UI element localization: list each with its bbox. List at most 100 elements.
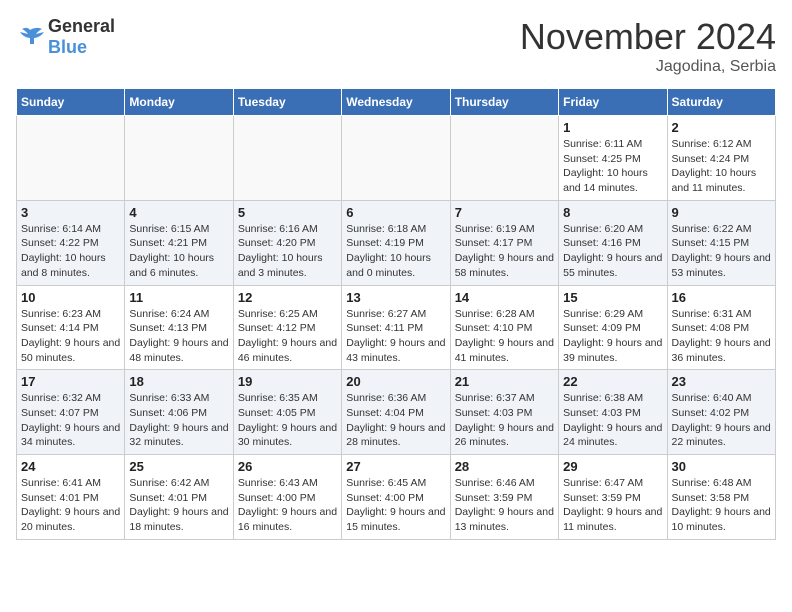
day-info: Sunrise: 6:38 AMSunset: 4:03 PMDaylight:…	[563, 391, 662, 450]
day-number: 19	[238, 374, 337, 389]
calendar-cell: 3Sunrise: 6:14 AMSunset: 4:22 PMDaylight…	[17, 200, 125, 285]
calendar-cell: 21 Sunrise: 6:37 AMSunset: 4:03 PMDayligh…	[450, 370, 558, 455]
calendar-cell: 2Sunrise: 6:12 AMSunset: 4:24 PMDaylight…	[667, 116, 775, 201]
day-info: Sunrise: 6:32 AMSunset: 4:07 PMDaylight:…	[21, 391, 120, 450]
day-number: 26	[238, 459, 337, 474]
calendar-cell	[125, 116, 233, 201]
location: Jagodina, Serbia	[520, 58, 776, 76]
calendar-cell: 12 Sunrise: 6:25 AMSunset: 4:12 PMDayligh…	[233, 285, 341, 370]
calendar-cell	[450, 116, 558, 201]
calendar-cell: 30 Sunrise: 6:48 AMSunset: 3:58 PMDayligh…	[667, 455, 775, 540]
calendar-cell	[342, 116, 450, 201]
day-number: 9	[672, 205, 771, 220]
day-info: Sunrise: 6:40 AMSunset: 4:02 PMDaylight:…	[672, 391, 771, 450]
day-info: Sunrise: 6:42 AMSunset: 4:01 PMDaylight:…	[129, 476, 228, 535]
weekday-header-friday: Friday	[559, 89, 667, 116]
calendar-cell: 29 Sunrise: 6:47 AMSunset: 3:59 PMDayligh…	[559, 455, 667, 540]
day-info: Sunrise: 6:25 AMSunset: 4:12 PMDaylight:…	[238, 307, 337, 366]
day-number: 11	[129, 290, 228, 305]
day-number: 22	[563, 374, 662, 389]
weekday-header-monday: Monday	[125, 89, 233, 116]
day-number: 13	[346, 290, 445, 305]
day-info: Sunrise: 6:19 AMSunset: 4:17 PMDaylight:…	[455, 222, 554, 281]
calendar-cell: 15 Sunrise: 6:29 AMSunset: 4:09 PMDayligh…	[559, 285, 667, 370]
calendar-cell: 27Sunrise: 6:45 AMSunset: 4:00 PMDayligh…	[342, 455, 450, 540]
day-info: Sunrise: 6:35 AMSunset: 4:05 PMDaylight:…	[238, 391, 337, 450]
day-number: 8	[563, 205, 662, 220]
month-title: November 2024	[520, 16, 776, 58]
calendar-cell: 28 Sunrise: 6:46 AMSunset: 3:59 PMDayligh…	[450, 455, 558, 540]
page-header: General Blue November 2024 Jagodina, Ser…	[16, 16, 776, 76]
calendar-cell: 17 Sunrise: 6:32 AMSunset: 4:07 PMDayligh…	[17, 370, 125, 455]
day-info: Sunrise: 6:15 AMSunset: 4:21 PMDaylight:…	[129, 222, 228, 281]
day-info: Sunrise: 6:22 AMSunset: 4:15 PMDaylight:…	[672, 222, 771, 281]
calendar-cell: 16Sunrise: 6:31 AMSunset: 4:08 PMDayligh…	[667, 285, 775, 370]
calendar-cell: 18 Sunrise: 6:33 AMSunset: 4:06 PMDayligh…	[125, 370, 233, 455]
day-info: Sunrise: 6:41 AMSunset: 4:01 PMDaylight:…	[21, 476, 120, 535]
calendar-cell: 25Sunrise: 6:42 AMSunset: 4:01 PMDayligh…	[125, 455, 233, 540]
logo-general: General	[48, 16, 115, 36]
calendar-cell: 13 Sunrise: 6:27 AMSunset: 4:11 PMDayligh…	[342, 285, 450, 370]
calendar-cell: 22 Sunrise: 6:38 AMSunset: 4:03 PMDayligh…	[559, 370, 667, 455]
day-info: Sunrise: 6:16 AMSunset: 4:20 PMDaylight:…	[238, 222, 337, 281]
day-info: Sunrise: 6:36 AMSunset: 4:04 PMDaylight:…	[346, 391, 445, 450]
day-number: 12	[238, 290, 337, 305]
calendar-cell: 5 Sunrise: 6:16 AMSunset: 4:20 PMDaylight…	[233, 200, 341, 285]
day-info: Sunrise: 6:27 AMSunset: 4:11 PMDaylight:…	[346, 307, 445, 366]
day-number: 15	[563, 290, 662, 305]
day-number: 23	[672, 374, 771, 389]
calendar-week-4: 17 Sunrise: 6:32 AMSunset: 4:07 PMDayligh…	[17, 370, 776, 455]
day-number: 20	[346, 374, 445, 389]
calendar-cell: 24Sunrise: 6:41 AMSunset: 4:01 PMDayligh…	[17, 455, 125, 540]
day-number: 29	[563, 459, 662, 474]
weekday-header-thursday: Thursday	[450, 89, 558, 116]
day-number: 27	[346, 459, 445, 474]
day-info: Sunrise: 6:48 AMSunset: 3:58 PMDaylight:…	[672, 476, 771, 535]
day-info: Sunrise: 6:33 AMSunset: 4:06 PMDaylight:…	[129, 391, 228, 450]
day-info: Sunrise: 6:46 AMSunset: 3:59 PMDaylight:…	[455, 476, 554, 535]
day-number: 6	[346, 205, 445, 220]
day-number: 30	[672, 459, 771, 474]
calendar-header-row: SundayMondayTuesdayWednesdayThursdayFrid…	[17, 89, 776, 116]
calendar-cell: 14Sunrise: 6:28 AMSunset: 4:10 PMDayligh…	[450, 285, 558, 370]
weekday-header-sunday: Sunday	[17, 89, 125, 116]
day-number: 7	[455, 205, 554, 220]
day-number: 2	[672, 120, 771, 135]
calendar-week-2: 3Sunrise: 6:14 AMSunset: 4:22 PMDaylight…	[17, 200, 776, 285]
day-number: 17	[21, 374, 120, 389]
day-number: 21	[455, 374, 554, 389]
day-info: Sunrise: 6:24 AMSunset: 4:13 PMDaylight:…	[129, 307, 228, 366]
logo: General Blue	[16, 16, 115, 58]
day-number: 3	[21, 205, 120, 220]
calendar-cell: 23 Sunrise: 6:40 AMSunset: 4:02 PMDayligh…	[667, 370, 775, 455]
day-info: Sunrise: 6:29 AMSunset: 4:09 PMDaylight:…	[563, 307, 662, 366]
calendar-cell: 26 Sunrise: 6:43 AMSunset: 4:00 PMDayligh…	[233, 455, 341, 540]
title-area: November 2024 Jagodina, Serbia	[520, 16, 776, 76]
day-number: 28	[455, 459, 554, 474]
day-info: Sunrise: 6:37 AMSunset: 4:03 PMDaylight:…	[455, 391, 554, 450]
calendar-cell: 19 Sunrise: 6:35 AMSunset: 4:05 PMDayligh…	[233, 370, 341, 455]
day-number: 5	[238, 205, 337, 220]
calendar-cell: 9 Sunrise: 6:22 AMSunset: 4:15 PMDaylight…	[667, 200, 775, 285]
logo-text: General Blue	[48, 16, 115, 58]
calendar-cell	[17, 116, 125, 201]
day-info: Sunrise: 6:28 AMSunset: 4:10 PMDaylight:…	[455, 307, 554, 366]
calendar-week-5: 24Sunrise: 6:41 AMSunset: 4:01 PMDayligh…	[17, 455, 776, 540]
day-number: 4	[129, 205, 228, 220]
day-number: 10	[21, 290, 120, 305]
calendar-cell: 8Sunrise: 6:20 AMSunset: 4:16 PMDaylight…	[559, 200, 667, 285]
day-info: Sunrise: 6:18 AMSunset: 4:19 PMDaylight:…	[346, 222, 445, 281]
day-info: Sunrise: 6:43 AMSunset: 4:00 PMDaylight:…	[238, 476, 337, 535]
calendar-cell: 1Sunrise: 6:11 AMSunset: 4:25 PMDaylight…	[559, 116, 667, 201]
day-number: 18	[129, 374, 228, 389]
calendar-week-3: 10Sunrise: 6:23 AMSunset: 4:14 PMDayligh…	[17, 285, 776, 370]
logo-blue: Blue	[48, 37, 87, 57]
day-info: Sunrise: 6:11 AMSunset: 4:25 PMDaylight:…	[563, 137, 662, 196]
day-info: Sunrise: 6:47 AMSunset: 3:59 PMDaylight:…	[563, 476, 662, 535]
calendar-cell: 7 Sunrise: 6:19 AMSunset: 4:17 PMDaylight…	[450, 200, 558, 285]
weekday-header-tuesday: Tuesday	[233, 89, 341, 116]
calendar-cell: 4 Sunrise: 6:15 AMSunset: 4:21 PMDaylight…	[125, 200, 233, 285]
calendar-table: SundayMondayTuesdayWednesdayThursdayFrid…	[16, 88, 776, 540]
day-info: Sunrise: 6:31 AMSunset: 4:08 PMDaylight:…	[672, 307, 771, 366]
calendar-cell: 11 Sunrise: 6:24 AMSunset: 4:13 PMDayligh…	[125, 285, 233, 370]
